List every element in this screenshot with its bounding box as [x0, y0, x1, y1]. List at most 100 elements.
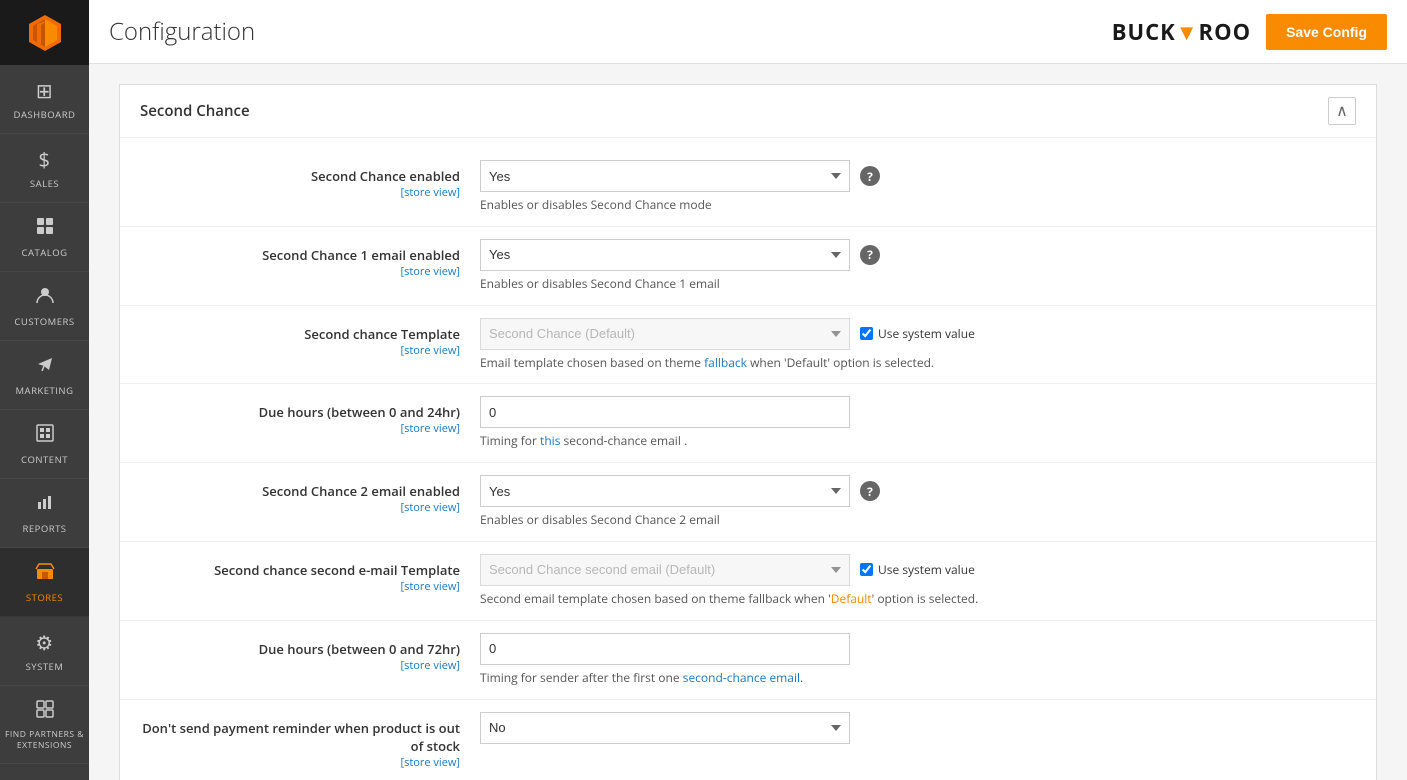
section-title: Second Chance	[140, 101, 250, 121]
main-area: Configuration BUCK▼ROO Save Config Secon…	[89, 0, 1407, 780]
hint-highlight: second-chance email	[683, 669, 800, 686]
form-row-second-chance-second-email-template: Second chance second e-mail Template [st…	[120, 542, 1376, 621]
field-label-due-hours-1: Due hours (between 0 and 24hr) [store vi…	[140, 396, 480, 436]
use-system-value-text: Use system value	[878, 561, 975, 578]
control-row: No Yes	[480, 712, 1356, 744]
store-view-label: [store view]	[140, 579, 460, 594]
use-system-value-text: Use system value	[878, 325, 975, 342]
label-text: Second Chance enabled	[140, 167, 460, 185]
sidebar-item-customers[interactable]: CUSTOMERS	[0, 272, 89, 341]
sidebar-logo	[0, 0, 89, 65]
sidebar-item-label: STORES	[26, 591, 63, 604]
field-label-second-chance-2-email: Second Chance 2 email enabled [store vie…	[140, 475, 480, 515]
customers-icon	[35, 284, 55, 311]
form-row-second-chance-1-email: Second Chance 1 email enabled [store vie…	[120, 227, 1376, 306]
dashboard-icon: ⊞	[36, 77, 53, 104]
chevron-up-icon: ∧	[1336, 101, 1348, 121]
field-control-due-hours-1: Timing for this second-chance email .	[480, 396, 1356, 450]
system-icon: ⚙	[35, 629, 53, 656]
second-chance-second-email-template-select[interactable]: Second Chance second email (Default)	[480, 554, 850, 586]
form-row-due-hours-2: Due hours (between 0 and 72hr) [store vi…	[120, 621, 1376, 700]
help-icon[interactable]: ?	[860, 166, 880, 186]
control-row	[480, 396, 1356, 428]
use-system-value-label[interactable]: Use system value	[860, 561, 975, 578]
buckaroo-logo: BUCK▼ROO	[1112, 17, 1251, 47]
help-icon[interactable]: ?	[860, 245, 880, 265]
store-view-label: [store view]	[140, 343, 460, 358]
sidebar-item-label: FIND PARTNERS & EXTENSIONS	[5, 729, 84, 751]
header-actions: BUCK▼ROO Save Config	[1112, 14, 1387, 50]
sidebar-item-label: SYSTEM	[26, 660, 64, 673]
store-view-label: [store view]	[140, 185, 460, 200]
control-row: Yes No ?	[480, 160, 1356, 192]
page-title: Configuration	[109, 15, 255, 48]
help-icon[interactable]: ?	[860, 481, 880, 501]
control-row: Yes No ?	[480, 475, 1356, 507]
field-control-second-chance-template: Second Chance (Default) Use system value…	[480, 318, 1356, 372]
reports-icon	[35, 491, 55, 518]
second-chance-section: Second Chance ∧ Second Chance enabled [s…	[119, 84, 1377, 780]
hint-text: Email template chosen based on theme fal…	[480, 355, 980, 372]
section-toggle-button[interactable]: ∧	[1328, 97, 1356, 125]
due-hours-2-input[interactable]	[480, 633, 850, 665]
sidebar-item-content[interactable]: CONTENT	[0, 410, 89, 479]
hint-text: Enables or disables Second Chance 1 emai…	[480, 276, 980, 293]
hint-text: Second email template chosen based on th…	[480, 591, 980, 608]
content-area: Second Chance ∧ Second Chance enabled [s…	[89, 64, 1407, 780]
field-control-due-hours-2: Timing for sender after the first one se…	[480, 633, 1356, 687]
sidebar-item-reports[interactable]: REPORTS	[0, 479, 89, 548]
second-chance-enabled-select[interactable]: Yes No	[480, 160, 850, 192]
second-chance-1-email-select[interactable]: Yes No	[480, 239, 850, 271]
use-system-value-label[interactable]: Use system value	[860, 325, 975, 342]
control-row	[480, 633, 1356, 665]
store-view-label: [store view]	[140, 658, 460, 673]
magento-logo-icon	[25, 13, 65, 53]
save-config-button[interactable]: Save Config	[1266, 14, 1387, 50]
sidebar-item-label: DASHBOARD	[14, 108, 76, 121]
store-view-label: [store view]	[140, 421, 460, 436]
form-row-second-chance-2-email: Second Chance 2 email enabled [store vie…	[120, 463, 1376, 542]
section-header: Second Chance ∧	[120, 85, 1376, 138]
label-text: Second chance second e-mail Template	[140, 561, 460, 579]
form-row-due-hours-1: Due hours (between 0 and 24hr) [store vi…	[120, 384, 1376, 463]
field-label-due-hours-2: Due hours (between 0 and 72hr) [store vi…	[140, 633, 480, 673]
dont-send-payment-reminder-select[interactable]: No Yes	[480, 712, 850, 744]
use-system-value-checkbox[interactable]	[860, 327, 873, 340]
field-label-second-chance-template: Second chance Template [store view]	[140, 318, 480, 358]
field-control-second-chance-1-email: Yes No ? Enables or disables Second Chan…	[480, 239, 1356, 293]
label-text: Don't send payment reminder when product…	[140, 719, 460, 755]
sidebar-item-sales[interactable]: $ SALES	[0, 134, 89, 203]
label-text: Due hours (between 0 and 72hr)	[140, 640, 460, 658]
hint-text: Timing for sender after the first one se…	[480, 670, 980, 687]
sidebar-item-catalog[interactable]: CATALOG	[0, 203, 89, 272]
sales-icon: $	[39, 146, 51, 173]
due-hours-1-input[interactable]	[480, 396, 850, 428]
sidebar-item-find-partners[interactable]: FIND PARTNERS & EXTENSIONS	[0, 686, 89, 764]
sidebar-item-label: CUSTOMERS	[14, 315, 74, 328]
second-chance-2-email-select[interactable]: Yes No	[480, 475, 850, 507]
brand-arrow: ▼	[1176, 17, 1199, 47]
field-control-second-chance-second-email-template: Second Chance second email (Default) Use…	[480, 554, 1356, 608]
sidebar-item-label: MARKETING	[16, 384, 74, 397]
sidebar-item-label: CONTENT	[21, 453, 68, 466]
sidebar-item-stores[interactable]: STORES	[0, 548, 89, 617]
form-row-second-chance-template: Second chance Template [store view] Seco…	[120, 306, 1376, 385]
form-table: Second Chance enabled [store view] Yes N…	[120, 138, 1376, 780]
sidebar-item-dashboard[interactable]: ⊞ DASHBOARD	[0, 65, 89, 134]
hint-highlight-orange: Default	[831, 590, 872, 607]
control-row: Second Chance (Default) Use system value	[480, 318, 1356, 350]
page-header: Configuration BUCK▼ROO Save Config	[89, 0, 1407, 64]
content-icon	[35, 422, 55, 449]
label-text: Due hours (between 0 and 24hr)	[140, 403, 460, 421]
sidebar-item-label: CATALOG	[22, 246, 68, 259]
catalog-icon	[35, 215, 55, 242]
label-text: Second Chance 2 email enabled	[140, 482, 460, 500]
hint-text: Enables or disables Second Chance 2 emai…	[480, 512, 980, 529]
sidebar-item-system[interactable]: ⚙ SYSTEM	[0, 617, 89, 686]
second-chance-template-select[interactable]: Second Chance (Default)	[480, 318, 850, 350]
field-control-dont-send-payment-reminder: No Yes	[480, 712, 1356, 744]
label-text: Second Chance 1 email enabled	[140, 246, 460, 264]
sidebar-item-marketing[interactable]: MARKETING	[0, 341, 89, 410]
hint-highlight: fallback	[704, 354, 747, 371]
use-system-value-checkbox[interactable]	[860, 563, 873, 576]
